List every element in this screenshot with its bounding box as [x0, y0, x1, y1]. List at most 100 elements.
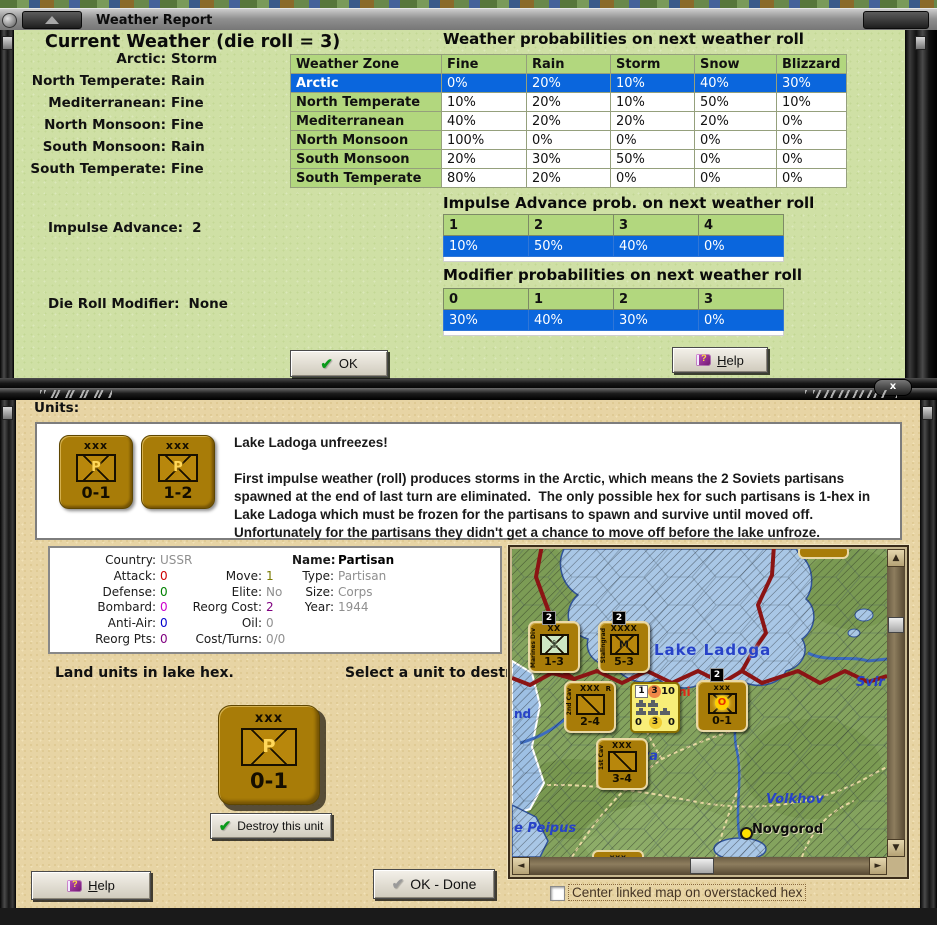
- unit-corner-label: R: [605, 685, 611, 693]
- naval-stack-infobox[interactable]: 1 3 10 0 3 0: [630, 682, 680, 733]
- vertical-scroll-thumb[interactable]: [888, 617, 904, 633]
- info-label: Anti-Air:: [107, 616, 156, 631]
- info-label: Defense:: [102, 584, 156, 599]
- unit-strength-label: 0-1: [712, 714, 732, 727]
- units-help-button[interactable]: Help: [31, 871, 151, 900]
- scroll-down-button[interactable]: ▼: [887, 839, 905, 857]
- unit-size-label: XXX: [611, 741, 632, 750]
- scroll-up-button[interactable]: ▲: [887, 549, 905, 567]
- help-book-icon: [67, 879, 83, 892]
- column-header: 1: [443, 214, 529, 236]
- unit-side-label: Marines Div: [530, 628, 537, 668]
- info-label: Elite:: [231, 584, 262, 599]
- horizontal-scroll-thumb[interactable]: [690, 858, 714, 874]
- value-cell: 20%: [610, 111, 695, 131]
- info-label: Reorg Cost:: [192, 600, 262, 615]
- message-text: Lake Ladoga unfreezes! First impulse wea…: [234, 434, 886, 542]
- impulse-advance-label: Impulse Advance:: [48, 220, 184, 236]
- unit-side-label: 1st Cav: [598, 745, 605, 771]
- unit-size-label: XX: [547, 624, 561, 633]
- frame-handle[interactable]: [922, 406, 933, 420]
- info-column-middle: Move: 1 Elite: No Reorg Cost: 2 Oil: 0 Cost/Turn…: [170, 553, 286, 648]
- ship-icon: [636, 700, 646, 707]
- infobox-top-row: 1 3 10: [632, 684, 678, 698]
- left-arrow-icon: ◄: [517, 861, 525, 871]
- ok-button[interactable]: ✔ OK: [290, 350, 388, 377]
- strip-cell: [443, 256, 784, 262]
- stack-count-badge: 2: [710, 668, 724, 682]
- scroll-left-button[interactable]: ◄: [512, 857, 530, 875]
- screw-icon: [2, 12, 17, 28]
- scroll-right-button[interactable]: ►: [869, 857, 887, 875]
- table-header-row: Weather Zone Fine Rain Storm Snow Blizzard: [290, 54, 847, 74]
- map-unit-counter-partial[interactable]: [798, 549, 849, 559]
- map-unit-counter[interactable]: XXX 2-4 R 2nd Cav: [564, 681, 616, 733]
- units-body: Units: xxx P 0-1 xxx P 1-2 Lake Ladoga unfree…: [16, 400, 920, 908]
- map-unit-counter-partial[interactable]: xxx: [592, 850, 644, 857]
- zone-row: South Monsoon: Rain: [14, 139, 217, 161]
- center-map-checkbox-label[interactable]: Center linked map on overstacked hex: [568, 884, 807, 901]
- selected-unit-marker-icon: O: [715, 695, 729, 710]
- map-horizontal-scrollbar[interactable]: ◄ ►: [512, 857, 887, 875]
- value-cell: 20%: [526, 92, 611, 112]
- column-header: Weather Zone: [290, 54, 442, 74]
- center-map-checkbox[interactable]: [550, 886, 565, 901]
- map-label: Novgorod: [752, 822, 824, 837]
- unit-symbol-P: P: [158, 454, 198, 482]
- help-button-label: Help: [88, 878, 115, 893]
- weather-report-body: Current Weather (die roll = 3) Arctic: St…: [14, 30, 905, 378]
- map-unit-counter[interactable]: XX ⚓ 1-3 Marines Div: [528, 621, 580, 673]
- ok-done-button[interactable]: ✔ OK - Done: [373, 869, 495, 899]
- help-button[interactable]: Help: [672, 347, 768, 373]
- column-header: Rain: [526, 54, 611, 74]
- infobox-value: 0: [635, 717, 642, 728]
- map-unit-counter[interactable]: XXXX M 5-3 Stalingrad: [598, 621, 650, 673]
- zone-label: North Monsoon:: [44, 117, 166, 133]
- value-cell: 10%: [610, 73, 695, 93]
- window-frame-right: [905, 30, 937, 378]
- zone-label: South Temperate:: [30, 161, 166, 177]
- unit-strength-label: 1-3: [544, 655, 564, 668]
- value-cell: 0%: [698, 235, 784, 257]
- column-header: 3: [698, 288, 784, 310]
- info-label: Attack:: [113, 568, 156, 583]
- titlebar-right-button[interactable]: [863, 11, 929, 29]
- value-cell: 40%: [528, 309, 614, 331]
- impulse-advance-value: 2: [192, 220, 202, 236]
- infobox-value: 0: [668, 717, 675, 728]
- unit-choice-counter[interactable]: xxx P 1-2: [141, 435, 215, 509]
- collapse-button[interactable]: [22, 11, 82, 29]
- value-cell: 0%: [694, 168, 777, 188]
- map-vertical-scrollbar[interactable]: ▲ ▼: [887, 549, 905, 857]
- zone-value: Fine: [171, 95, 204, 111]
- units-frame-right: [920, 400, 937, 908]
- collapse-triangle-icon: [45, 16, 59, 24]
- value-cell: 100%: [441, 130, 527, 150]
- unit-side-label: 2nd Cav: [566, 688, 573, 716]
- zone-cell: South Monsoon: [290, 149, 442, 169]
- units-frame-top: [0, 388, 937, 400]
- frame-handle[interactable]: [915, 36, 926, 50]
- stack-count-badge: 2: [612, 611, 626, 625]
- frame-handle[interactable]: [2, 36, 13, 50]
- map-unit-counter[interactable]: XXX 3-4 1st Cav: [596, 738, 648, 790]
- ship-row: [636, 699, 674, 707]
- zone-value: Fine: [171, 117, 204, 133]
- info-value: 2: [266, 600, 274, 615]
- zone-label: South Monsoon:: [42, 139, 166, 155]
- frame-handle[interactable]: [2, 406, 13, 420]
- map-label: Svir: [856, 675, 885, 690]
- info-row: Type: Partisan: [292, 569, 394, 585]
- info-label: Reorg Pts:: [95, 631, 156, 646]
- unit-size-label: xxx: [83, 439, 109, 452]
- unit-choice-counter[interactable]: xxx P 0-1: [59, 435, 133, 509]
- map-unit-counter[interactable]: xxxPO0-1: [696, 680, 748, 732]
- info-label: Cost/Turns:: [195, 631, 262, 646]
- value-cell: 10%: [776, 92, 847, 112]
- anchor-icon: ⚓: [549, 638, 559, 650]
- value-cell: 20%: [526, 168, 611, 188]
- map-view[interactable]: Lake LadogaSvirndevaniVolkhove PeipusNov…: [512, 549, 887, 857]
- unit-size-label: XXXX: [610, 624, 638, 633]
- zone-row: South Temperate: Fine: [14, 161, 217, 183]
- destroy-unit-button[interactable]: ✔ Destroy this unit: [210, 813, 332, 839]
